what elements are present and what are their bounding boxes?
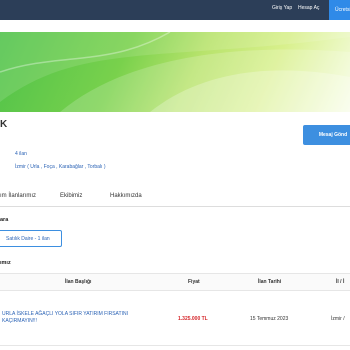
tab-about[interactable]: Hakkımızda — [110, 193, 142, 199]
listing-title-link[interactable]: URLA İSKELE AĞAÇLI YOLA SIFIR YATIRIM FI… — [2, 311, 162, 325]
banner-wave-graphic — [0, 32, 350, 112]
category-filter-chip[interactable]: Satılık Daire - 1 ilan — [0, 230, 62, 247]
column-location: İl / İ — [336, 279, 345, 285]
send-message-button[interactable]: Mesaj Gönd — [303, 125, 350, 145]
listing-count-link[interactable]: 4 ilan — [15, 151, 27, 157]
store-locations: İzmir ( Urla , Foça , Karabağlar , Torba… — [15, 164, 106, 170]
listing-price: 1.325.000 TL — [178, 316, 208, 322]
listing-date: 15 Temmuz 2023 — [250, 316, 289, 322]
column-date: İlan Tarihi — [258, 279, 282, 285]
top-navigation-bar: Giriş Yap Hesap Aç Ücretsiz — [0, 0, 350, 20]
store-tabs: ım İlanlarımız Ekibimiz Hakkımızda — [0, 188, 350, 207]
tab-listings[interactable]: ım İlanlarımız — [0, 193, 36, 199]
column-price: Fiyat — [188, 279, 200, 285]
listings-section-label: ımız — [0, 260, 11, 266]
register-link[interactable]: Hesap Aç — [298, 5, 319, 11]
login-link[interactable]: Giriş Yap — [272, 5, 292, 11]
filter-label: ara — [0, 217, 9, 223]
store-banner — [0, 32, 350, 112]
tab-team[interactable]: Ekibimiz — [60, 193, 82, 199]
listing-location: İzmir / — [331, 316, 345, 322]
free-listing-button[interactable]: Ücretsiz — [329, 0, 350, 20]
table-row[interactable]: URLA İSKELE AĞAÇLI YOLA SIFIR YATIRIM FI… — [0, 295, 350, 346]
column-title: İlan Başlığı — [65, 279, 92, 285]
listings-table-header: İlan Başlığı Fiyat İlan Tarihi İl / İ — [0, 273, 350, 291]
store-name: K — [0, 119, 8, 130]
